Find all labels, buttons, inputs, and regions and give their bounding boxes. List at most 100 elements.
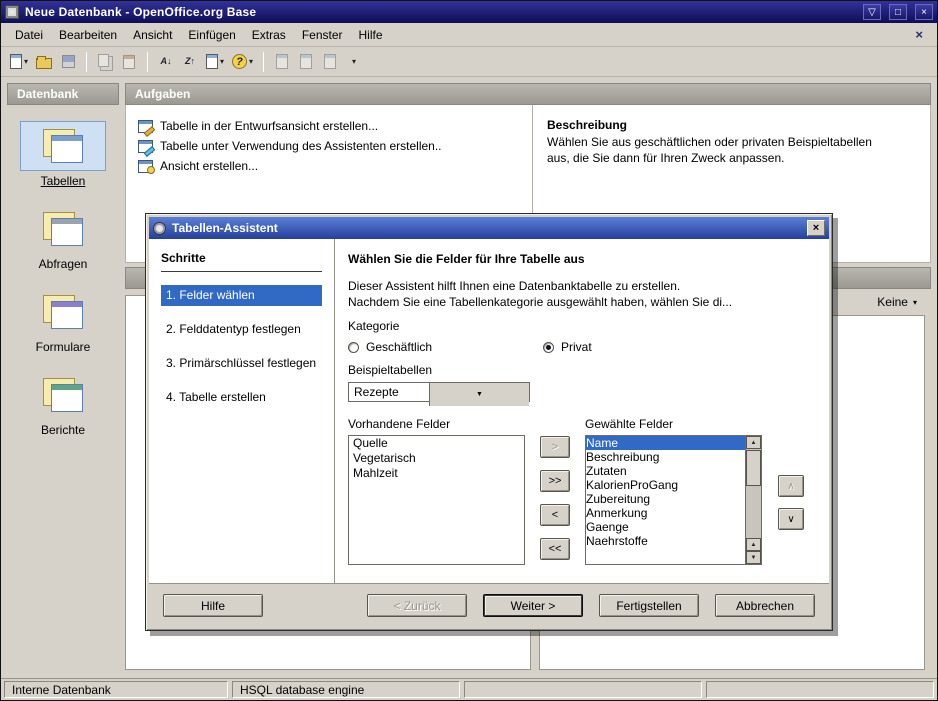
sidebar-item-tabellen[interactable]: Tabellen	[7, 121, 119, 188]
selected-fields-list[interactable]: Name Beschreibung Zutaten KalorienProGan…	[585, 435, 746, 565]
description-text: Wählen Sie aus geschäftlichen oder priva…	[547, 135, 882, 167]
list-item[interactable]: Zubereitung	[586, 492, 745, 506]
sort-ascending-button[interactable]: A↓	[155, 50, 177, 74]
steps-panel: Schritte 1. Felder wählen 2. Felddatenty…	[149, 239, 335, 583]
table-design-icon	[138, 120, 153, 133]
help-button[interactable]: Hilfe	[163, 594, 263, 617]
task-label: Tabelle unter Verwendung des Assistenten…	[160, 139, 442, 153]
add-field-button[interactable]: >	[540, 436, 570, 458]
document-close-icon[interactable]: ×	[907, 27, 931, 42]
intro-line: Nachdem Sie eine Tabellenkategorie ausge…	[348, 294, 813, 310]
list-item[interactable]: Vegetarisch	[349, 451, 524, 466]
task-create-wizard[interactable]: Tabelle unter Verwendung des Assistenten…	[138, 139, 520, 153]
query-button[interactable]	[319, 50, 341, 74]
available-fields-list[interactable]: Quelle Vegetarisch Mahlzeit	[348, 435, 525, 565]
move-up-button[interactable]: ∧	[778, 475, 804, 497]
move-down-button[interactable]: ∨	[778, 508, 804, 530]
dialog-close-button[interactable]: ×	[807, 220, 825, 236]
sort-descending-button[interactable]: Z↑	[179, 50, 201, 74]
remove-all-fields-button[interactable]: <<	[540, 538, 570, 560]
radio-label: Geschäftlich	[366, 340, 432, 354]
task-label: Tabelle in der Entwurfsansicht erstellen…	[160, 119, 378, 133]
radio-privat[interactable]: Privat	[543, 340, 738, 354]
sidebar-item-abfragen[interactable]: Abfragen	[7, 204, 119, 271]
list-item[interactable]: Quelle	[349, 436, 524, 451]
task-create-design-view[interactable]: Tabelle in der Entwurfsansicht erstellen…	[138, 119, 520, 133]
sidebar-item-formulare[interactable]: Formulare	[7, 287, 119, 354]
list-item-selected[interactable]: Name	[586, 436, 745, 450]
available-fields-label: Vorhandene Felder	[348, 417, 525, 435]
finish-button[interactable]: Fertigstellen	[599, 594, 699, 617]
radio-geschaeftlich[interactable]: Geschäftlich	[348, 340, 543, 354]
menu-bearbeiten[interactable]: Bearbeiten	[51, 25, 125, 45]
report-icon	[300, 54, 312, 69]
scrollbar-thumb[interactable]	[746, 450, 761, 486]
menu-datei[interactable]: Datei	[7, 25, 51, 45]
dialog-title: Tabellen-Assistent	[172, 221, 801, 235]
dialog-titlebar[interactable]: Tabellen-Assistent ×	[149, 217, 829, 239]
list-item[interactable]: Anmerkung	[586, 506, 745, 520]
task-create-view[interactable]: Ansicht erstellen...	[138, 159, 520, 173]
scroll-down-icon[interactable]: ▼	[746, 551, 761, 564]
help-icon: ?	[232, 54, 247, 69]
cancel-button[interactable]: Abbrechen	[715, 594, 815, 617]
sample-tables-label: Beispieltabellen	[348, 363, 813, 377]
toolbar: ▾ A↓ Z↑ ▾ ? ▾	[1, 47, 937, 77]
preview-dropdown[interactable]: Keine	[877, 295, 908, 309]
scroll-up-icon[interactable]: ▲	[746, 436, 761, 449]
step-2-felddatentyp[interactable]: 2. Felddatentyp festlegen	[161, 319, 322, 340]
report-button[interactable]	[295, 50, 317, 74]
app-icon	[5, 5, 19, 19]
menu-fenster[interactable]: Fenster	[294, 25, 351, 45]
form-button[interactable]	[271, 50, 293, 74]
maximize-button[interactable]: □	[889, 4, 907, 20]
formulare-tile	[20, 287, 106, 337]
step-4-tabelle-erstellen[interactable]: 4. Tabelle erstellen	[161, 387, 322, 408]
statusbar-cell	[464, 681, 702, 698]
remove-field-button[interactable]: <	[540, 504, 570, 526]
menu-ansicht[interactable]: Ansicht	[125, 25, 180, 45]
sidebar-item-berichte[interactable]: Berichte	[7, 370, 119, 437]
table-wizard-icon	[138, 140, 153, 153]
sidebar-items: Tabellen Abfragen Formulare	[7, 105, 119, 437]
copy-button[interactable]	[94, 50, 116, 74]
list-item[interactable]: KalorienProGang	[586, 478, 745, 492]
scrollbar[interactable]: ▲ ▲ ▼	[746, 435, 762, 565]
add-all-fields-button[interactable]: >>	[540, 470, 570, 492]
new-document-button[interactable]: ▾	[7, 50, 31, 74]
sort-descending-icon: Z↑	[185, 57, 195, 66]
chevron-down-icon: ▾	[352, 58, 356, 66]
selected-fields-label: Gewählte Felder	[585, 417, 762, 435]
help-button[interactable]: ? ▾	[229, 50, 256, 74]
list-item[interactable]: Gaenge	[586, 520, 745, 534]
sample-tables-combobox[interactable]: Rezepte ▼	[348, 382, 530, 402]
menubar: Datei Bearbeiten Ansicht Einfügen Extras…	[1, 23, 937, 47]
list-item[interactable]: Mahlzeit	[349, 466, 524, 481]
chevron-down-icon[interactable]: ▾	[913, 298, 917, 307]
list-item[interactable]: Zutaten	[586, 464, 745, 478]
step-3-primaerschluessel[interactable]: 3. Primärschlüssel festlegen	[161, 353, 322, 374]
paste-button[interactable]	[118, 50, 140, 74]
shade-button[interactable]: ▽	[863, 4, 881, 20]
list-item[interactable]: Naehrstoffe	[586, 534, 745, 548]
scroll-up-icon[interactable]: ▲	[746, 538, 761, 551]
menu-einfuegen[interactable]: Einfügen	[180, 25, 243, 45]
list-item[interactable]: Beschreibung	[586, 450, 745, 464]
open-button[interactable]	[33, 50, 55, 74]
toolbar-overflow-button[interactable]: ▾	[343, 50, 365, 74]
menu-hilfe[interactable]: Hilfe	[351, 25, 391, 45]
menu-extras[interactable]: Extras	[244, 25, 294, 45]
step-1-felder-waehlen[interactable]: 1. Felder wählen	[161, 285, 322, 306]
table-design-button[interactable]: ▾	[203, 50, 227, 74]
combobox-dropdown-button[interactable]: ▼	[429, 383, 529, 406]
next-button[interactable]: Weiter >	[483, 594, 583, 617]
scrollbar-track[interactable]	[746, 487, 761, 538]
toolbar-separator	[86, 52, 87, 72]
close-button[interactable]: ×	[915, 4, 933, 20]
selected-fields-column: Gewählte Felder Name Beschreibung Zutate…	[585, 417, 762, 565]
back-button[interactable]: < Zurück	[367, 594, 467, 617]
abfragen-tile	[20, 204, 106, 254]
save-button[interactable]	[57, 50, 79, 74]
copy-icon	[98, 54, 109, 67]
dialog-button-bar: Hilfe < Zurück Weiter > Fertigstellen Ab…	[149, 583, 829, 627]
